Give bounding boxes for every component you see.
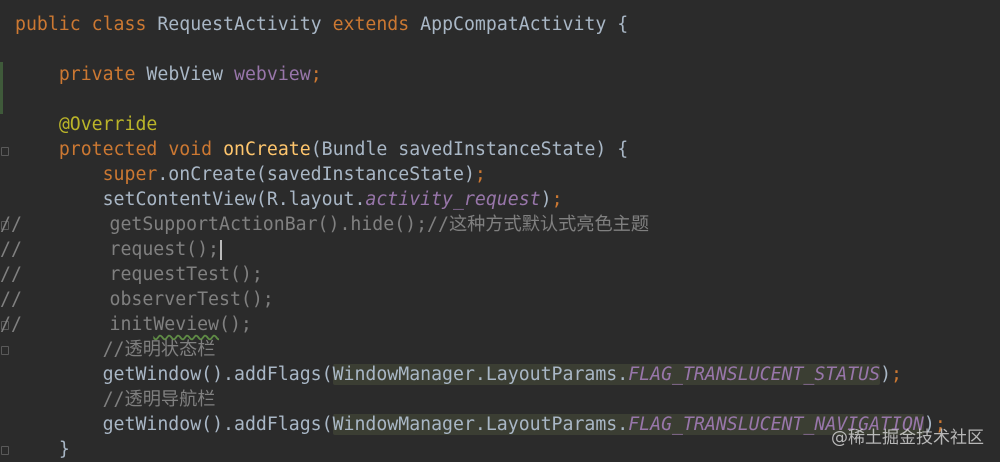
keyword-void: void xyxy=(168,139,213,160)
method-params: (Bundle savedInstanceState) { xyxy=(310,139,629,160)
commented-code: init xyxy=(21,314,154,335)
keyword-super: super xyxy=(102,164,158,185)
code-line-5: @Override xyxy=(15,112,1000,137)
field-name: webview xyxy=(234,64,311,85)
semicolon: ; xyxy=(310,64,322,85)
set-content-view-call: setContentView(R.layout. xyxy=(102,189,366,210)
keyword-public: public xyxy=(15,14,81,35)
flag-translucent-status: FLAG_TRANSLUCENT_STATUS xyxy=(628,364,881,385)
fold-marker-icon[interactable] xyxy=(1,147,9,156)
close-paren: ) xyxy=(880,364,892,385)
comment-status-bar: //透明状态栏 xyxy=(102,339,216,360)
commented-code-end: (); xyxy=(219,314,252,335)
class-name: RequestActivity xyxy=(157,14,322,35)
keyword-extends: extends xyxy=(332,14,410,35)
code-editor[interactable]: public class RequestActivity extends App… xyxy=(0,0,1000,460)
add-flags-call: getWindow().addFlags( xyxy=(102,364,333,385)
code-line-7: super.onCreate(savedInstanceState); xyxy=(15,162,1000,187)
commented-code: requestTest(); xyxy=(21,264,263,285)
code-line-10: // request(); xyxy=(0,237,1000,262)
keyword-protected: protected xyxy=(58,139,158,160)
parent-class: AppCompatActivity { xyxy=(420,14,629,35)
commented-code: observerTest(); xyxy=(21,289,274,310)
semicolon: ; xyxy=(891,364,902,385)
fold-marker-icon[interactable] xyxy=(1,446,9,455)
override-annotation: @Override xyxy=(58,114,158,135)
code-line-14: //透明状态栏 xyxy=(15,337,1000,362)
layout-params: WindowManager.LayoutParams. xyxy=(332,364,629,385)
comment-prefix: // xyxy=(0,289,22,310)
code-line-8: setContentView(R.layout.activity_request… xyxy=(15,187,1000,212)
comment-prefix: // xyxy=(0,264,22,285)
commented-code: getSupportActionBar().hide();//这种方式默认式亮色… xyxy=(21,214,650,235)
layout-params-highlight: WindowManager.LayoutParams.FLAG_TRANSLUC… xyxy=(332,364,881,385)
code-text[interactable]: public class RequestActivity extends App… xyxy=(0,12,1000,462)
code-line-9: // getSupportActionBar().hide();//这种方式默认… xyxy=(0,212,1000,237)
keyword-private: private xyxy=(58,64,136,85)
layout-params: WindowManager.LayoutParams. xyxy=(332,414,629,435)
close-paren: ) xyxy=(540,189,552,210)
semicolon: ; xyxy=(551,189,563,210)
change-marker xyxy=(0,62,3,114)
comment-prefix: // xyxy=(0,239,22,260)
add-flags-call: getWindow().addFlags( xyxy=(102,414,333,435)
code-line-16: //透明导航栏 xyxy=(15,387,1000,412)
code-line-3: private WebView webview; xyxy=(15,62,1000,87)
keyword-class: class xyxy=(91,14,147,35)
comment-prefix: // xyxy=(0,314,22,335)
watermark: @稀土掘金技术社区 xyxy=(831,428,984,448)
layout-resource: activity_request xyxy=(365,189,541,210)
comment-navigation-bar: //透明导航栏 xyxy=(102,389,216,410)
code-line-1: public class RequestActivity extends App… xyxy=(15,12,1000,37)
semicolon: ; xyxy=(474,164,486,185)
text-caret xyxy=(220,240,223,260)
code-line-13: // initWeview(); xyxy=(0,312,1000,337)
super-call: .onCreate(savedInstanceState) xyxy=(157,164,475,185)
field-type: WebView xyxy=(146,64,224,85)
comment-prefix: // xyxy=(0,214,22,235)
method-name: onCreate xyxy=(223,139,311,160)
fold-marker-icon[interactable] xyxy=(1,346,9,355)
code-line-12: // observerTest(); xyxy=(0,287,1000,312)
commented-code: request(); xyxy=(21,239,220,260)
code-line-11: // requestTest(); xyxy=(0,262,1000,287)
code-line-6: protected void onCreate(Bundle savedInst… xyxy=(15,137,1000,162)
code-line-15: getWindow().addFlags(WindowManager.Layou… xyxy=(15,362,1000,387)
typo-squiggle: Weview xyxy=(153,314,220,335)
closing-brace: } xyxy=(58,439,70,460)
